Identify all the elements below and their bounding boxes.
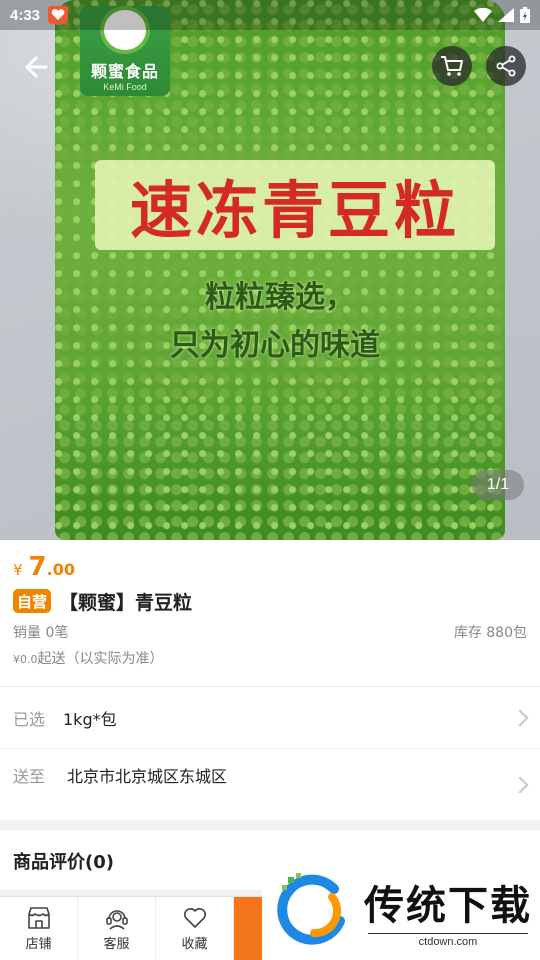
self-operated-badge: 自营 (13, 589, 52, 613)
watermark-text-block: 传统下载 ctdown.com (364, 873, 532, 948)
stock-count: 库存 880包 (453, 625, 527, 641)
image-page-indicator: 1/1 (472, 470, 524, 500)
delivery-address: 北京市北京城区东城区 (67, 767, 228, 786)
battery-icon (520, 7, 530, 23)
price: ¥ 7 .00 (13, 552, 527, 582)
minimum-order-note: ¥0.0起送（以实际为准） (13, 648, 527, 668)
product-info: ¥ 7 .00 自营 【颗蜜】青豆粒 销量 0笔 库存 880包 ¥0.0起送（… (0, 540, 540, 686)
package-slogan-line1: 粒粒臻选， (205, 280, 355, 315)
brand-logo-subtitle: KeMi Food (103, 82, 147, 92)
spec-selector[interactable]: 已选 1kg*包 (0, 686, 540, 748)
watermark-overlay: 传统下载 ctdown.com (262, 860, 540, 960)
favorite-label: 收藏 (181, 937, 208, 952)
package-slogan-line2: 只为初心的味道 (170, 328, 380, 363)
price-currency: ¥ (13, 561, 23, 579)
delivery-label: 送至 (13, 767, 46, 786)
spec-value: 1kg*包 (63, 709, 117, 729)
store-label: 店铺 (25, 937, 52, 952)
store-button[interactable]: 店铺 (0, 897, 78, 960)
cart-icon (441, 56, 463, 76)
share-button[interactable] (486, 46, 526, 86)
chevron-right-icon (511, 776, 529, 794)
minimum-order-text: 起送（以实际为准） (37, 651, 164, 667)
product-title-row: 自营 【颗蜜】青豆粒 (13, 588, 527, 614)
watermark-text: 传统下载 (364, 882, 532, 929)
back-button[interactable] (18, 52, 54, 82)
headset-icon (105, 910, 128, 930)
minimum-order-amount: ¥0.0 (13, 653, 38, 666)
product-title: 【颗蜜】青豆粒 (59, 591, 193, 614)
share-icon (496, 55, 516, 77)
brand-logo-name: 颗蜜食品 (90, 62, 159, 81)
favorite-button[interactable]: 收藏 (156, 897, 234, 960)
status-time: 4:33 (10, 6, 41, 24)
price-integer: 7 (28, 552, 47, 582)
package-title: 速冻青豆粒 (129, 174, 460, 247)
back-arrow-icon (25, 56, 48, 78)
spec-label: 已选 (13, 709, 46, 729)
screen: 颗蜜食品 KeMi Food 速冻青豆粒 粒粒臻选， 只为初心的味道 4:33 … (0, 0, 540, 960)
package-title-band: 速冻青豆粒 (95, 160, 495, 250)
sales-count: 销量 0笔 (13, 625, 69, 641)
store-icon (27, 907, 50, 929)
status-bar: 4:33 (0, 0, 540, 30)
watermark-logo (274, 871, 352, 949)
cart-button[interactable] (432, 46, 472, 86)
heart-icon (183, 908, 206, 928)
delivery-address-selector[interactable]: 送至 北京市北京城区东城区 (0, 748, 540, 820)
watermark-url: ctdown.com (368, 932, 528, 948)
wifi-icon (474, 8, 492, 22)
customer-service-button[interactable]: 客服 (78, 897, 156, 960)
customer-service-label: 客服 (103, 937, 130, 952)
sales-stock-row: 销量 0笔 库存 880包 (13, 622, 527, 642)
app-notification-icon (48, 6, 69, 24)
signal-icon (498, 8, 514, 22)
price-decimal: .00 (46, 560, 75, 579)
chevron-right-icon (511, 709, 529, 727)
status-indicators (474, 7, 530, 23)
